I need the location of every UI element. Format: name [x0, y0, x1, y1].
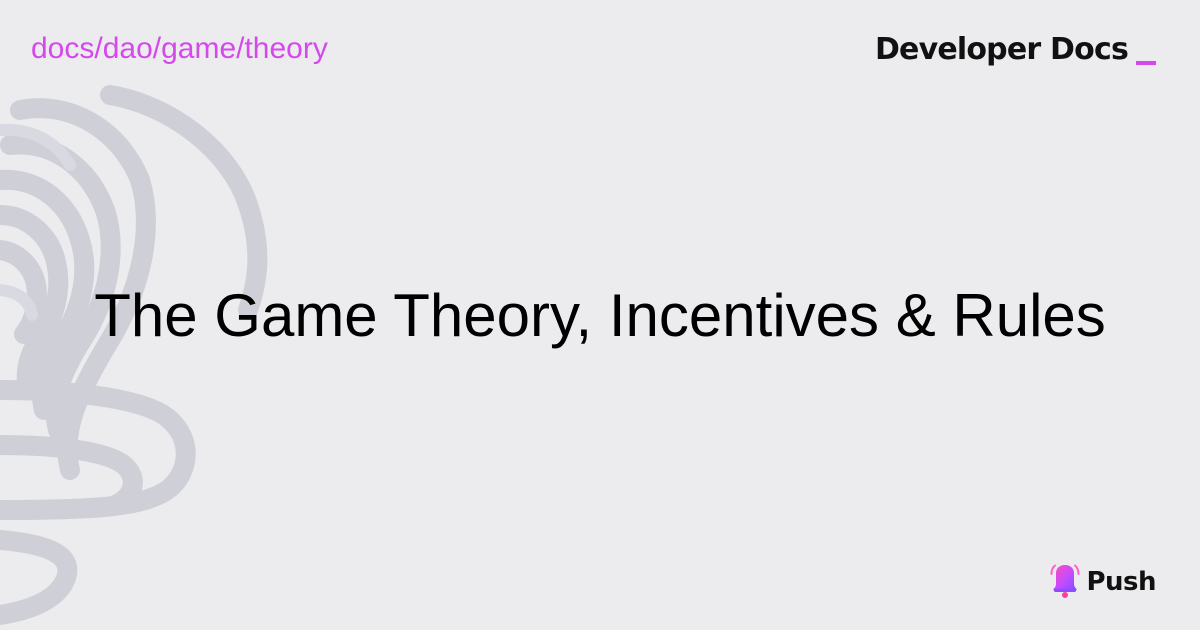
- developer-docs-brand[interactable]: Developer Docs: [875, 31, 1156, 69]
- breadcrumb[interactable]: docs/dao/game/theory: [31, 31, 328, 67]
- brand-title: Developer Docs: [874, 32, 1129, 67]
- page-title: The Game Theory, Incentives & Rules: [94, 282, 1106, 349]
- push-bell-icon: [1050, 564, 1080, 598]
- cursor-icon: [1136, 61, 1156, 65]
- push-logo-text: Push: [1086, 567, 1156, 597]
- push-logo[interactable]: Push: [1050, 564, 1156, 600]
